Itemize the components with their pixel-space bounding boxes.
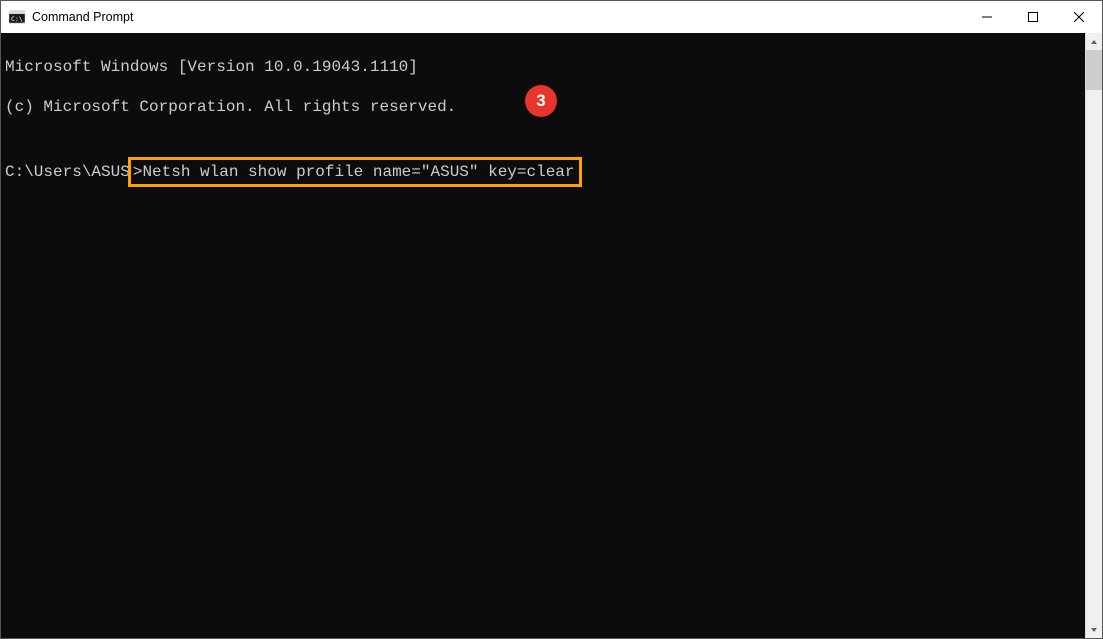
output-line: Microsoft Windows [Version 10.0.19043.11… (5, 57, 1081, 77)
prompt-line: C:\Users\ASUS>Netsh wlan show profile na… (5, 157, 1081, 187)
minimize-button[interactable] (964, 1, 1010, 33)
terminal-output[interactable]: Microsoft Windows [Version 10.0.19043.11… (1, 33, 1085, 638)
svg-text:C:\_: C:\_ (11, 15, 25, 23)
prompt-symbol: > (133, 163, 143, 181)
titlebar[interactable]: C:\_ Command Prompt (1, 1, 1102, 33)
highlighted-command: >Netsh wlan show profile name="ASUS" key… (128, 157, 582, 187)
scroll-track[interactable] (1086, 50, 1102, 621)
annotation-step-number: 3 (536, 91, 545, 111)
window-title: Command Prompt (32, 10, 133, 24)
command-prompt-window: C:\_ Command Prompt Microsoft Windows [V… (0, 0, 1103, 639)
annotation-step-badge: 3 (525, 85, 557, 117)
scroll-down-button[interactable] (1086, 621, 1102, 638)
cmd-icon: C:\_ (9, 9, 25, 25)
typed-command: Netsh wlan show profile name="ASUS" key=… (142, 163, 574, 181)
client-area: Microsoft Windows [Version 10.0.19043.11… (1, 33, 1102, 638)
maximize-button[interactable] (1010, 1, 1056, 33)
scroll-thumb[interactable] (1086, 50, 1102, 90)
scroll-up-button[interactable] (1086, 33, 1102, 50)
prompt-path: C:\Users\ASUS (5, 163, 130, 181)
window-controls (964, 1, 1102, 33)
vertical-scrollbar[interactable] (1085, 33, 1102, 638)
close-button[interactable] (1056, 1, 1102, 33)
